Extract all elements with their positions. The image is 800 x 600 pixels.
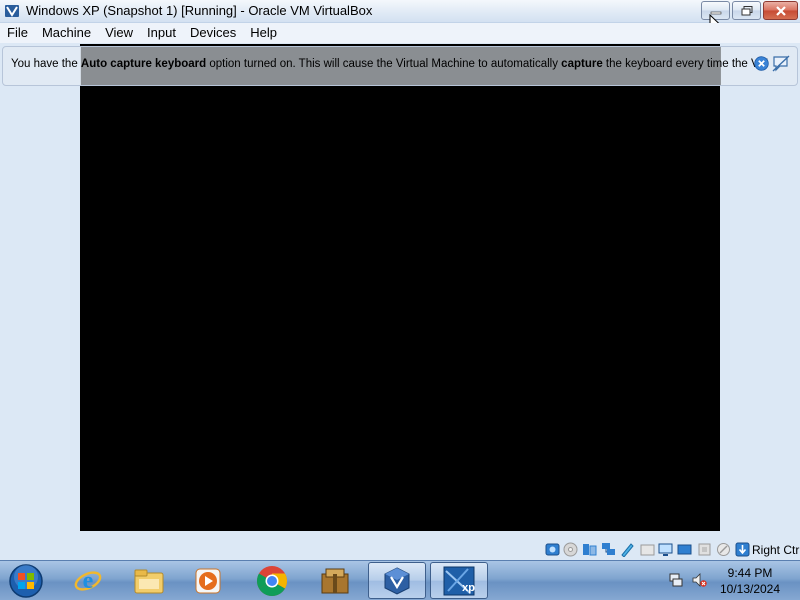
clock[interactable]: 9:44 PM 10/13/2024	[714, 565, 786, 597]
keyboard-capture-icon[interactable]	[735, 542, 750, 557]
close-button[interactable]	[763, 1, 798, 20]
menu-machine[interactable]: Machine	[35, 23, 98, 43]
auto-capture-notice: You have the Auto capture keyboard optio…	[2, 46, 798, 86]
mouse-integration-icon[interactable]	[716, 542, 731, 557]
vm-screen[interactable]	[80, 44, 720, 531]
close-icon	[775, 5, 786, 16]
title-bar[interactable]: Windows XP (Snapshot 1) [Running] - Orac…	[0, 0, 800, 34]
display-icon[interactable]	[658, 542, 673, 557]
shared-folders-icon[interactable]	[640, 542, 655, 557]
cpu-icon[interactable]	[697, 542, 712, 557]
notice-text-1: You have the	[11, 58, 81, 70]
taskbar-archive[interactable]	[306, 562, 364, 599]
maximize-icon	[741, 5, 752, 15]
volume-muted-icon[interactable]	[691, 572, 707, 588]
media-player-icon	[195, 568, 221, 593]
clock-date: 10/13/2024	[719, 582, 781, 596]
svg-text:e: e	[83, 568, 94, 594]
menu-input[interactable]: Input	[140, 23, 183, 43]
vm-status-bar: Right Ctrl	[0, 540, 800, 560]
menu-help[interactable]: Help	[243, 23, 284, 43]
video-capture-icon[interactable]	[677, 542, 692, 557]
clock-time: 9:44 PM	[727, 566, 773, 580]
menu-devices[interactable]: Devices	[183, 23, 243, 43]
virtualbox-icon	[5, 5, 19, 17]
menu-bar: File Machine View Input Devices Help	[0, 23, 800, 43]
notice-text-2: option turned on. This will cause the Vi…	[206, 58, 562, 70]
taskbar: e xp 9:44 PM 10/13/2024	[0, 560, 800, 600]
taskbar-chrome[interactable]	[243, 562, 301, 599]
maximize-button[interactable]	[732, 1, 761, 20]
virtualbox-icon	[384, 566, 410, 595]
host-key-label: Right Ctrl	[752, 543, 800, 557]
file-explorer-icon	[134, 569, 164, 593]
window-title: Windows XP (Snapshot 1) [Running] - Orac…	[26, 3, 373, 18]
taskbar-virtualbox[interactable]	[368, 562, 426, 599]
menu-view[interactable]: View	[98, 23, 140, 43]
menu-file[interactable]: File	[0, 23, 35, 43]
taskbar-media-player[interactable]	[179, 562, 237, 599]
usb-icon[interactable]	[620, 542, 635, 557]
notice-bold-capture: capture	[561, 58, 603, 70]
do-not-show-again-icon[interactable]	[772, 55, 790, 72]
network-icon[interactable]	[668, 572, 684, 588]
internet-explorer-icon: e	[74, 568, 102, 594]
notice-bold-auto-capture: Auto capture keyboard	[80, 58, 207, 70]
taskbar-windows-xp-vm[interactable]: xp	[430, 562, 488, 599]
optical-drive-icon[interactable]	[563, 542, 578, 557]
close-icon[interactable]	[754, 56, 769, 71]
notice-text-3: the keyboard every time the VM	[602, 58, 769, 70]
network-icon[interactable]	[601, 542, 616, 557]
audio-icon[interactable]	[582, 542, 597, 557]
chrome-icon	[256, 565, 288, 596]
notice-message: You have the Auto capture keyboard optio…	[11, 58, 768, 70]
hard-disk-icon[interactable]	[545, 542, 560, 557]
vm-label: xp	[462, 582, 475, 594]
taskbar-internet-explorer[interactable]: e	[59, 562, 117, 599]
taskbar-file-explorer[interactable]	[120, 562, 178, 599]
archive-icon	[321, 568, 349, 593]
windows-start-icon[interactable]	[6, 563, 46, 599]
